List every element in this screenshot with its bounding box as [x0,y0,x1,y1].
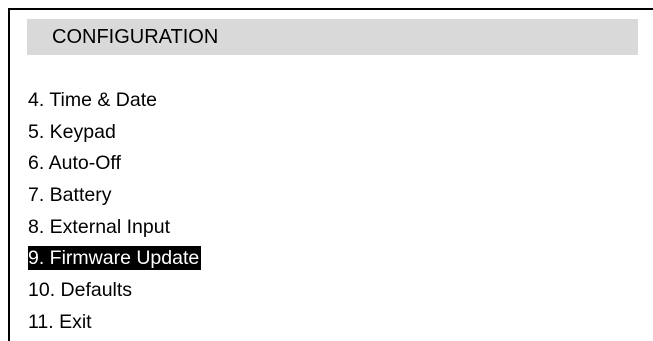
menu-item-label: 4. Time & Date [28,89,157,111]
menu-item-label: 6. Auto-Off [28,152,121,175]
menu-header: CONFIGURATION [27,19,638,55]
menu-item-label: 7. Battery [28,184,112,207]
menu-item-label: 9. Firmware Update [28,246,202,271]
configuration-menu: 4. Time & Date 5. Keypad 6. Auto-Off 7. … [28,85,202,339]
menu-item-label: 5. Keypad [28,120,116,143]
menu-item-label: 10. Defaults [28,279,133,302]
menu-title: CONFIGURATION [52,26,219,48]
menu-item-label: 8. External Input [28,215,171,238]
menu-item-keypad[interactable]: 5. Keypad [28,117,201,149]
menu-item-auto-off[interactable]: 6. Auto-Off [28,148,201,180]
menu-item-exit[interactable]: 11. Exit [28,307,201,339]
menu-item-battery[interactable]: 7. Battery [28,180,201,212]
menu-item-label: 11. Exit [28,310,92,333]
menu-item-defaults[interactable]: 10. Defaults [28,275,201,307]
menu-item-time-date[interactable]: 4. Time & Date [28,85,201,117]
menu-item-firmware-update[interactable]: 9. Firmware Update [28,243,202,275]
menu-item-external-input[interactable]: 8. External Input [28,212,201,244]
device-screen: CONFIGURATION 4. Time & Date 5. Keypad 6… [8,8,653,341]
